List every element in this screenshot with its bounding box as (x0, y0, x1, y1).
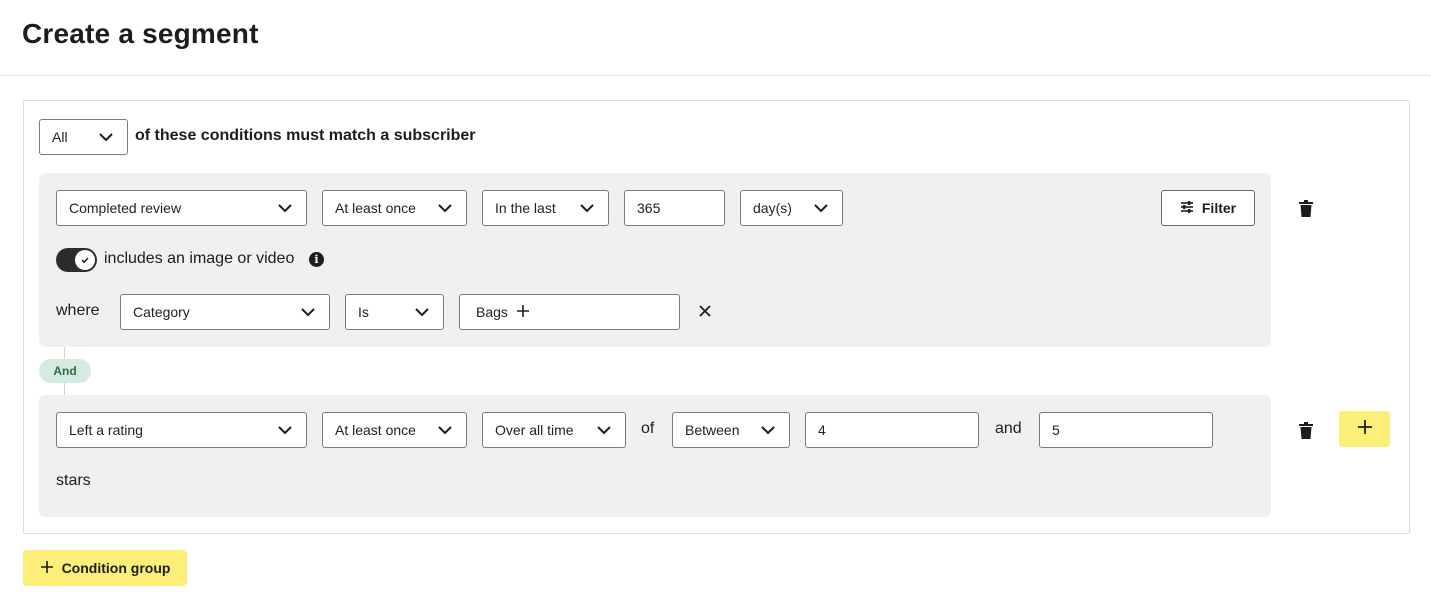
chevron-down-icon (436, 199, 454, 217)
condition1-timeframe-select[interactable]: In the last (482, 190, 609, 226)
match-description: of these conditions must match a subscri… (135, 127, 476, 144)
condition2-timeframe-value: Over all time (495, 422, 574, 438)
plus-icon (1357, 419, 1373, 440)
condition2-min-input[interactable]: 4 (805, 412, 979, 448)
filter-sliders-icon (1180, 200, 1194, 217)
includes-media-label: includes an image or video (104, 250, 295, 267)
add-condition-button[interactable] (1339, 411, 1390, 447)
match-quantifier-value: All (52, 129, 68, 145)
condition1-event-value: Completed review (69, 200, 182, 216)
filter-button-label: Filter (1201, 200, 1237, 216)
chevron-down-icon (578, 199, 596, 217)
condition1-event-select[interactable]: Completed review (56, 190, 307, 226)
condition1-frequency-select[interactable]: At least once (322, 190, 467, 226)
condition1-operator-select[interactable]: Is (345, 294, 444, 330)
plus-icon (40, 560, 54, 577)
trash-icon[interactable] (1296, 420, 1316, 440)
condition2-event-select[interactable]: Left a rating (56, 412, 307, 448)
filter-button[interactable]: Filter (1161, 190, 1255, 226)
condition2-event-value: Left a rating (69, 422, 143, 438)
title-divider (0, 75, 1431, 76)
where-label: where (56, 302, 100, 319)
condition2-frequency-value: At least once (335, 422, 416, 438)
stars-label: stars (56, 472, 91, 489)
chevron-down-icon (276, 421, 294, 439)
chevron-down-icon (759, 421, 777, 439)
condition1-property-value: Category (133, 304, 190, 320)
plus-icon[interactable] (516, 304, 530, 321)
of-label: of (641, 420, 655, 437)
add-condition-group-button[interactable]: Condition group (23, 550, 187, 586)
condition2-comparator-value: Between (685, 422, 740, 438)
chevron-down-icon (436, 421, 454, 439)
condition1-operator-value: Is (358, 304, 369, 320)
chevron-down-icon (299, 303, 317, 321)
and-label: and (995, 420, 1022, 437)
condition2-comparator-select[interactable]: Between (672, 412, 790, 448)
trash-icon[interactable] (1296, 198, 1316, 218)
check-icon (75, 250, 95, 270)
condition2-max-input[interactable]: 5 (1039, 412, 1213, 448)
chevron-down-icon (595, 421, 613, 439)
match-quantifier-select[interactable]: All (39, 119, 128, 155)
chevron-down-icon (812, 199, 830, 217)
condition1-value-tags[interactable]: Bags (459, 294, 680, 330)
includes-media-toggle[interactable] (56, 248, 97, 272)
page-title: Create a segment (22, 18, 259, 49)
condition1-frequency-value: At least once (335, 200, 416, 216)
chevron-down-icon (97, 128, 115, 146)
and-badge: And (39, 359, 91, 383)
condition2-timeframe-select[interactable]: Over all time (482, 412, 626, 448)
info-icon[interactable]: i (309, 252, 324, 267)
condition1-timeframe-value: In the last (495, 200, 556, 216)
close-icon[interactable] (696, 302, 714, 320)
condition2-frequency-select[interactable]: At least once (322, 412, 467, 448)
chevron-down-icon (276, 199, 294, 217)
condition1-unit-select[interactable]: day(s) (740, 190, 843, 226)
condition1-amount-input[interactable]: 365 (624, 190, 725, 226)
condition1-property-select[interactable]: Category (120, 294, 330, 330)
condition1-unit-value: day(s) (753, 200, 792, 216)
chevron-down-icon (413, 303, 431, 321)
value-tag: Bags (476, 304, 508, 320)
condition-group-label: Condition group (61, 560, 171, 576)
